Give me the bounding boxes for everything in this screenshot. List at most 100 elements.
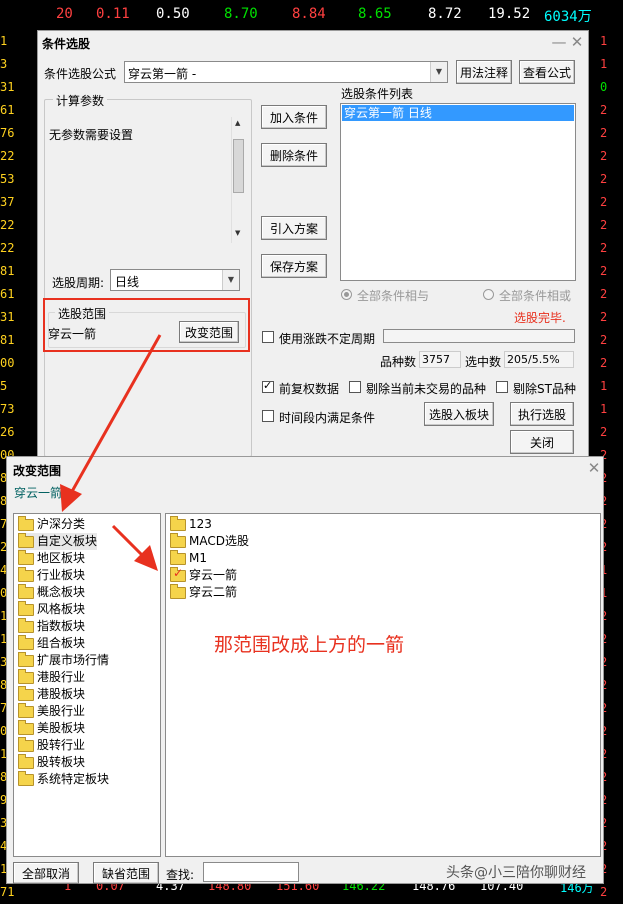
folder-icon — [18, 634, 34, 650]
left-price-cell: 1 — [0, 34, 8, 48]
left-price-cell: 73 — [0, 402, 15, 416]
params-text: 无参数需要设置 — [49, 128, 134, 142]
tree-item-label: 自定义板块 — [37, 534, 98, 548]
tree-item[interactable]: 股转板块 — [18, 753, 85, 771]
save-scheme-button[interactable]: 保存方案 — [261, 254, 327, 278]
right-price-cell: 1 — [600, 34, 608, 48]
close-button[interactable]: 关闭 — [510, 430, 574, 454]
left-price-cell: 26 — [0, 425, 15, 439]
tree-item-label: 风格板块 — [37, 602, 86, 616]
ticker-value: 8.65 — [358, 6, 392, 22]
period-select[interactable]: 日线 ▼ — [110, 269, 240, 291]
tree-item[interactable]: 概念板块 — [18, 583, 85, 601]
dialog-titlebar: 条件选股 — ✕ — [38, 31, 588, 53]
right-price-cell: 2 — [600, 425, 608, 439]
scroll-thumb[interactable] — [233, 139, 244, 193]
annotation-text: 那范围改成上方的一箭 — [214, 634, 405, 656]
search-input[interactable] — [203, 862, 299, 882]
block-list[interactable]: 123 MACD选股 M1 ✓ 穿云一箭 穿云二箭 — [165, 513, 601, 857]
right-price-cell: 2 — [600, 241, 608, 255]
radio-all-and[interactable] — [341, 289, 352, 300]
checkbox-time-range[interactable] — [262, 410, 274, 422]
ticker-row: 20 0.11 0.50 8.70 8.84 8.65 8.72 19.52 6… — [0, 0, 623, 30]
folder-icon — [18, 685, 34, 701]
ticker-value: 6034万 — [544, 9, 592, 25]
block-item[interactable]: 穿云二箭 — [170, 583, 237, 601]
right-price-cell: 1 — [600, 379, 608, 393]
left-price-cell: 5 — [0, 379, 8, 393]
tree-item[interactable]: 指数板块 — [18, 617, 86, 635]
scroll-up-icon[interactable]: ▲ — [235, 119, 240, 127]
block-item[interactable]: ✓ 穿云一箭 — [170, 566, 237, 584]
right-price-cell: 2 — [600, 356, 608, 370]
right-price-cell: 2 — [600, 103, 608, 117]
tree-item[interactable]: 自定义板块 — [18, 532, 98, 550]
tree-item[interactable]: 港股行业 — [18, 668, 86, 686]
tree-item[interactable]: 系统特定板块 — [18, 770, 109, 788]
folder-icon — [18, 566, 34, 582]
tree-item-label: 美股板块 — [37, 721, 86, 735]
left-price-cell: 22 — [0, 241, 15, 255]
condition-list[interactable]: 穿云第一箭 日线 — [340, 103, 576, 281]
ticker-value: 19.52 — [488, 6, 531, 22]
import-scheme-button[interactable]: 引入方案 — [261, 216, 327, 240]
close-icon[interactable]: ✕ — [568, 33, 586, 51]
left-price-cell: 3 — [0, 57, 8, 71]
checkbox-exclude-untraded[interactable] — [349, 381, 361, 393]
delete-condition-button[interactable]: 删除条件 — [261, 143, 327, 167]
params-scrollbar[interactable]: ▲ ▼ — [231, 117, 246, 243]
right-price-cell: 2 — [600, 149, 608, 163]
close-icon[interactable]: ✕ — [585, 459, 603, 477]
tree-item[interactable]: 地区板块 — [18, 549, 85, 567]
chevron-down-icon[interactable]: ▼ — [222, 270, 239, 290]
tree-item[interactable]: 港股板块 — [18, 685, 85, 703]
tree-item[interactable]: 风格板块 — [18, 600, 86, 618]
range-dialog-subtitle: 穿云一箭 — [14, 486, 63, 500]
checkbox-exclude-st[interactable] — [496, 381, 508, 393]
block-item[interactable]: 123 — [170, 515, 212, 533]
tree-item[interactable]: 组合板块 — [18, 634, 85, 652]
tree-item-label: 港股行业 — [37, 670, 86, 684]
folder-icon — [18, 736, 34, 752]
tree-item[interactable]: 美股行业 — [18, 702, 86, 720]
folder-icon — [170, 515, 186, 531]
tree-item-label: 行业板块 — [37, 568, 86, 582]
clear-all-button[interactable]: 全部取消 — [13, 862, 79, 884]
selected-value: 205/5.5% — [507, 353, 560, 366]
formula-select[interactable]: 穿云第一箭 - ▼ — [124, 61, 448, 83]
minimize-icon[interactable]: — — [550, 33, 568, 51]
status-text: 选股完毕. — [514, 311, 566, 325]
checkbox-adjust[interactable] — [262, 379, 274, 393]
ticker-value: 20 — [56, 6, 73, 22]
radio-all-or[interactable] — [483, 289, 494, 300]
left-price-cell: 61 — [0, 287, 15, 301]
right-price-cell: 2 — [600, 333, 608, 347]
checkbox-period[interactable] — [262, 331, 274, 343]
tree-item[interactable]: 沪深分类 — [18, 515, 85, 533]
tree-item-label: 美股行业 — [37, 704, 86, 718]
to-block-button[interactable]: 选股入板块 — [424, 402, 494, 426]
scroll-down-icon[interactable]: ▼ — [235, 229, 240, 237]
folder-icon — [18, 532, 34, 548]
folder-icon — [18, 770, 34, 786]
folder-icon — [18, 617, 34, 633]
tree-item-label: 扩展市场行情 — [37, 653, 110, 667]
radio-all-and-label: 全部条件相与 — [357, 289, 430, 303]
add-condition-button[interactable]: 加入条件 — [261, 105, 327, 129]
chevron-down-icon[interactable]: ▼ — [430, 62, 447, 82]
tree-item[interactable]: 行业板块 — [18, 566, 86, 584]
tree-item[interactable]: 扩展市场行情 — [18, 651, 110, 669]
view-formula-button[interactable]: 查看公式 — [519, 60, 575, 84]
tree-item-label: 指数板块 — [37, 619, 86, 633]
execute-button[interactable]: 执行选股 — [510, 402, 574, 426]
tree-item-label: 股转行业 — [37, 738, 86, 752]
usage-notes-button[interactable]: 用法注释 — [456, 60, 512, 84]
block-category-tree[interactable]: 沪深分类 自定义板块 地区板块 行业板块 概念板块 风格板块 指数板块 组合板块 扩展市场行情港… — [13, 513, 161, 857]
count-label: 品种数 — [380, 355, 417, 369]
block-item[interactable]: MACD选股 — [170, 532, 249, 550]
folder-icon — [18, 515, 34, 531]
condition-list-item[interactable]: 穿云第一箭 日线 — [342, 105, 574, 121]
default-range-button[interactable]: 缺省范围 — [93, 862, 159, 884]
tree-item[interactable]: 股转行业 — [18, 736, 86, 754]
tree-item[interactable]: 美股板块 — [18, 719, 86, 737]
